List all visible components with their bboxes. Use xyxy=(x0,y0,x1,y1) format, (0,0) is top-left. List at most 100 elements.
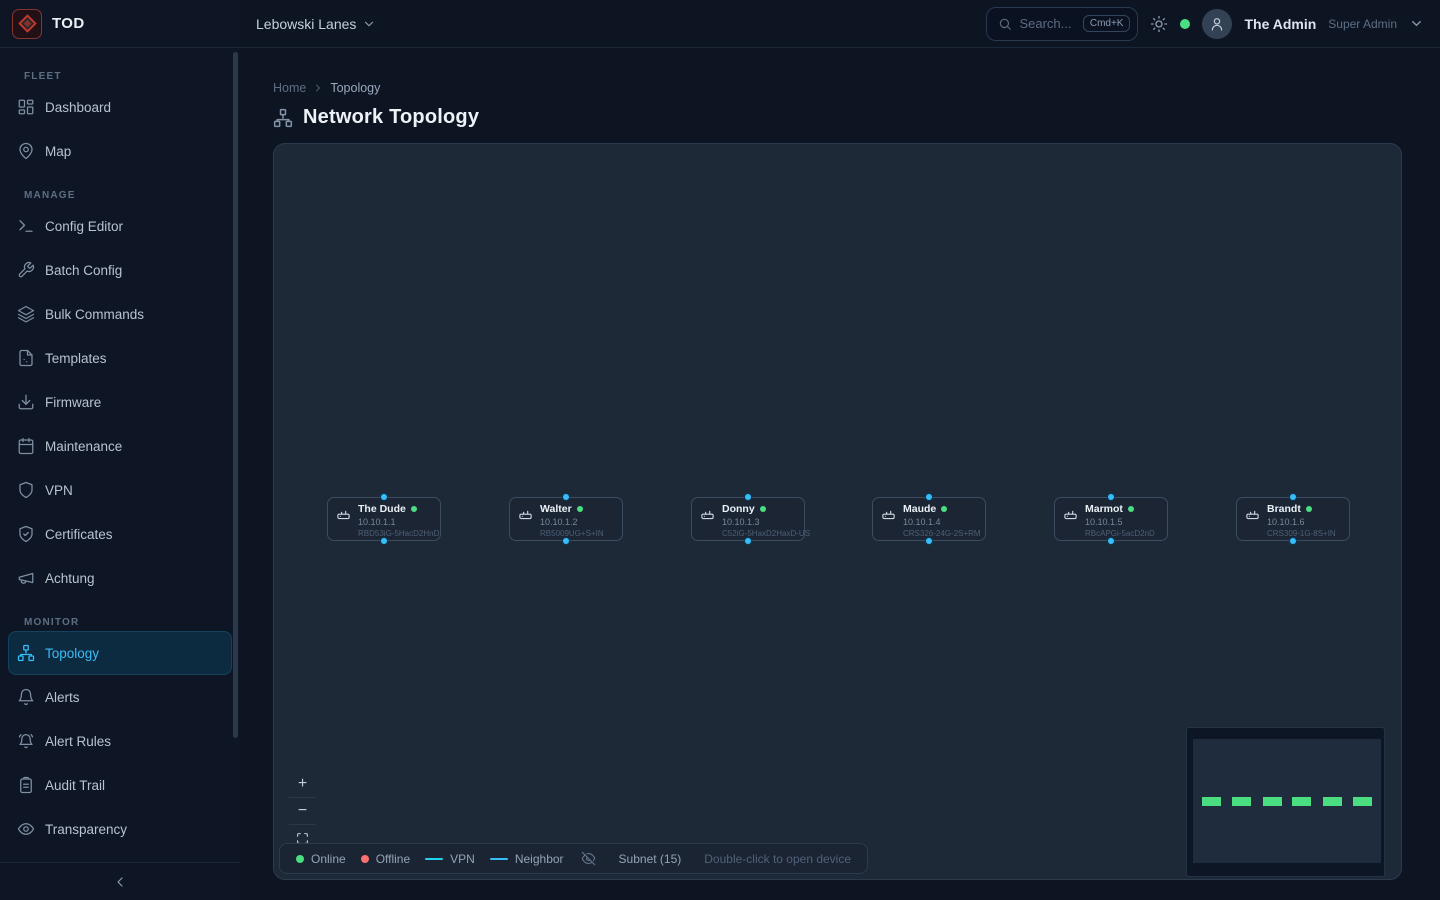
shield-icon xyxy=(17,481,35,499)
sidebar-item-topology[interactable]: Topology xyxy=(8,631,232,675)
user-icon xyxy=(1209,16,1225,32)
sidebar-item-transparency[interactable]: Transparency xyxy=(8,807,232,851)
breadcrumb: Home Topology xyxy=(273,81,1402,95)
node-handle-bottom[interactable] xyxy=(744,537,752,545)
sidebar-item-bulk-commands[interactable]: Bulk Commands xyxy=(8,292,232,336)
node-handle-bottom[interactable] xyxy=(380,537,388,545)
user-menu-chevron-down-icon[interactable] xyxy=(1409,16,1424,31)
topology-canvas[interactable]: The Dude 10.10.1.1 RBD53iG-5HacD2HnD Wal… xyxy=(273,143,1402,880)
sidebar-item-label: Firmware xyxy=(45,395,101,410)
sidebar-item-label: Topology xyxy=(45,646,99,661)
node-handle-top[interactable] xyxy=(925,493,933,501)
section-label-monitor: MONITOR xyxy=(16,617,224,628)
megaphone-icon xyxy=(17,569,35,587)
device-node-marmot[interactable]: Marmot 10.10.1.5 RBcAPGi-5acD2nD xyxy=(1054,497,1168,541)
org-name: Lebowski Lanes xyxy=(256,16,356,32)
sidebar-item-label: Alert Rules xyxy=(45,734,111,749)
page-title-row: Network Topology xyxy=(273,106,1402,129)
online-status-dot xyxy=(1128,506,1134,512)
sidebar-item-label: Batch Config xyxy=(45,263,122,278)
online-status-dot xyxy=(760,506,766,512)
breadcrumb-current: Topology xyxy=(330,81,380,95)
sidebar-item-maintenance[interactable]: Maintenance xyxy=(8,424,232,468)
sidebar-item-config-editor[interactable]: Config Editor xyxy=(8,204,232,248)
sidebar-item-audit-trail[interactable]: Audit Trail xyxy=(8,763,232,807)
sidebar-item-label: Bulk Commands xyxy=(45,307,144,322)
node-handle-bottom[interactable] xyxy=(1107,537,1115,545)
terminal-icon xyxy=(17,217,35,235)
sidebar-item-label: Dashboard xyxy=(45,100,111,115)
node-name: Walter xyxy=(540,503,572,515)
connection-status-dot xyxy=(1180,19,1190,29)
zoom-out-button[interactable]: − xyxy=(289,798,316,825)
device-node-maude[interactable]: Maude 10.10.1.4 CRS326-24G-2S+RM xyxy=(872,497,986,541)
sidebar-item-label: Certificates xyxy=(45,527,113,542)
sidebar-item-achtung[interactable]: Achtung xyxy=(8,556,232,600)
sidebar-nav: FLEET Dashboard Map MANAGE Config Editor xyxy=(0,48,240,862)
sidebar-item-label: Templates xyxy=(45,351,107,366)
node-name: Donny xyxy=(722,503,755,515)
topology-icon xyxy=(273,108,293,128)
search-input[interactable] xyxy=(1019,16,1075,31)
device-node-walter[interactable]: Walter 10.10.1.2 RB5009UG+S+IN xyxy=(509,497,623,541)
sidebar-item-certificates[interactable]: Certificates xyxy=(8,512,232,556)
online-status-dot xyxy=(577,506,583,512)
sidebar-item-alerts[interactable]: Alerts xyxy=(8,675,232,719)
sidebar-scrollbar[interactable] xyxy=(233,52,238,738)
canvas-hint: Double-click to open device xyxy=(704,852,851,866)
calendar-icon xyxy=(17,437,35,455)
avatar[interactable] xyxy=(1202,9,1232,39)
sidebar-item-alert-rules[interactable]: Alert Rules xyxy=(8,719,232,763)
legend-bar: Online Offline VPN Neighbor Subnet (15) … xyxy=(279,843,868,874)
dashboard-icon xyxy=(17,98,35,116)
router-icon xyxy=(881,506,896,521)
node-handle-top[interactable] xyxy=(562,493,570,501)
node-ip: 10.10.1.5 xyxy=(1085,517,1155,527)
node-handle-top[interactable] xyxy=(744,493,752,501)
node-ip: 10.10.1.6 xyxy=(1267,517,1336,527)
sidebar-item-templates[interactable]: Templates xyxy=(8,336,232,380)
minimap-node xyxy=(1292,797,1311,806)
sidebar-item-batch-config[interactable]: Batch Config xyxy=(8,248,232,292)
user-name: The Admin xyxy=(1244,16,1316,32)
rug-logo-icon xyxy=(12,9,42,39)
sidebar-item-vpn[interactable]: VPN xyxy=(8,468,232,512)
node-ip: 10.10.1.4 xyxy=(903,517,981,527)
online-status-dot xyxy=(411,506,417,512)
sidebar-item-map[interactable]: Map xyxy=(8,129,232,173)
router-icon xyxy=(518,506,533,521)
node-handle-top[interactable] xyxy=(380,493,388,501)
search-box[interactable]: Cmd+K xyxy=(986,7,1138,41)
device-node-brandt[interactable]: Brandt 10.10.1.6 CRS309-1G-8S+IN xyxy=(1236,497,1350,541)
node-handle-bottom[interactable] xyxy=(1289,537,1297,545)
breadcrumb-home[interactable]: Home xyxy=(273,81,306,95)
section-label-fleet: FLEET xyxy=(16,71,224,82)
zoom-in-button[interactable]: + xyxy=(289,771,316,798)
minimap[interactable] xyxy=(1186,727,1385,877)
bell-icon xyxy=(17,688,35,706)
node-model: RB5009UG+S+IN xyxy=(540,529,604,538)
node-handle-top[interactable] xyxy=(1107,493,1115,501)
node-name: Maude xyxy=(903,503,936,515)
sidebar-collapse-button[interactable] xyxy=(0,862,240,900)
sun-icon xyxy=(1150,15,1168,33)
map-pin-icon xyxy=(17,142,35,160)
minimap-node xyxy=(1232,797,1251,806)
minimap-node xyxy=(1263,797,1282,806)
node-handle-bottom[interactable] xyxy=(925,537,933,545)
minimap-node xyxy=(1202,797,1221,806)
node-model: RBD53iG-5HacD2HnD xyxy=(358,529,439,538)
node-handle-bottom[interactable] xyxy=(562,537,570,545)
router-icon xyxy=(336,506,351,521)
sidebar-item-firmware[interactable]: Firmware xyxy=(8,380,232,424)
layers-icon xyxy=(17,305,35,323)
legend-neighbor: Neighbor xyxy=(490,852,564,866)
device-node-the-dude[interactable]: The Dude 10.10.1.1 RBD53iG-5HacD2HnD xyxy=(327,497,441,541)
theme-toggle-button[interactable] xyxy=(1150,15,1168,33)
node-handle-top[interactable] xyxy=(1289,493,1297,501)
sidebar-item-dashboard[interactable]: Dashboard xyxy=(8,85,232,129)
org-switcher[interactable]: Lebowski Lanes xyxy=(256,16,376,32)
device-node-donny[interactable]: Donny 10.10.1.3 C52iG-5HaxD2HaxD-US xyxy=(691,497,805,541)
toggle-subnet-visibility-button[interactable] xyxy=(581,851,596,866)
node-name: The Dude xyxy=(358,503,406,515)
